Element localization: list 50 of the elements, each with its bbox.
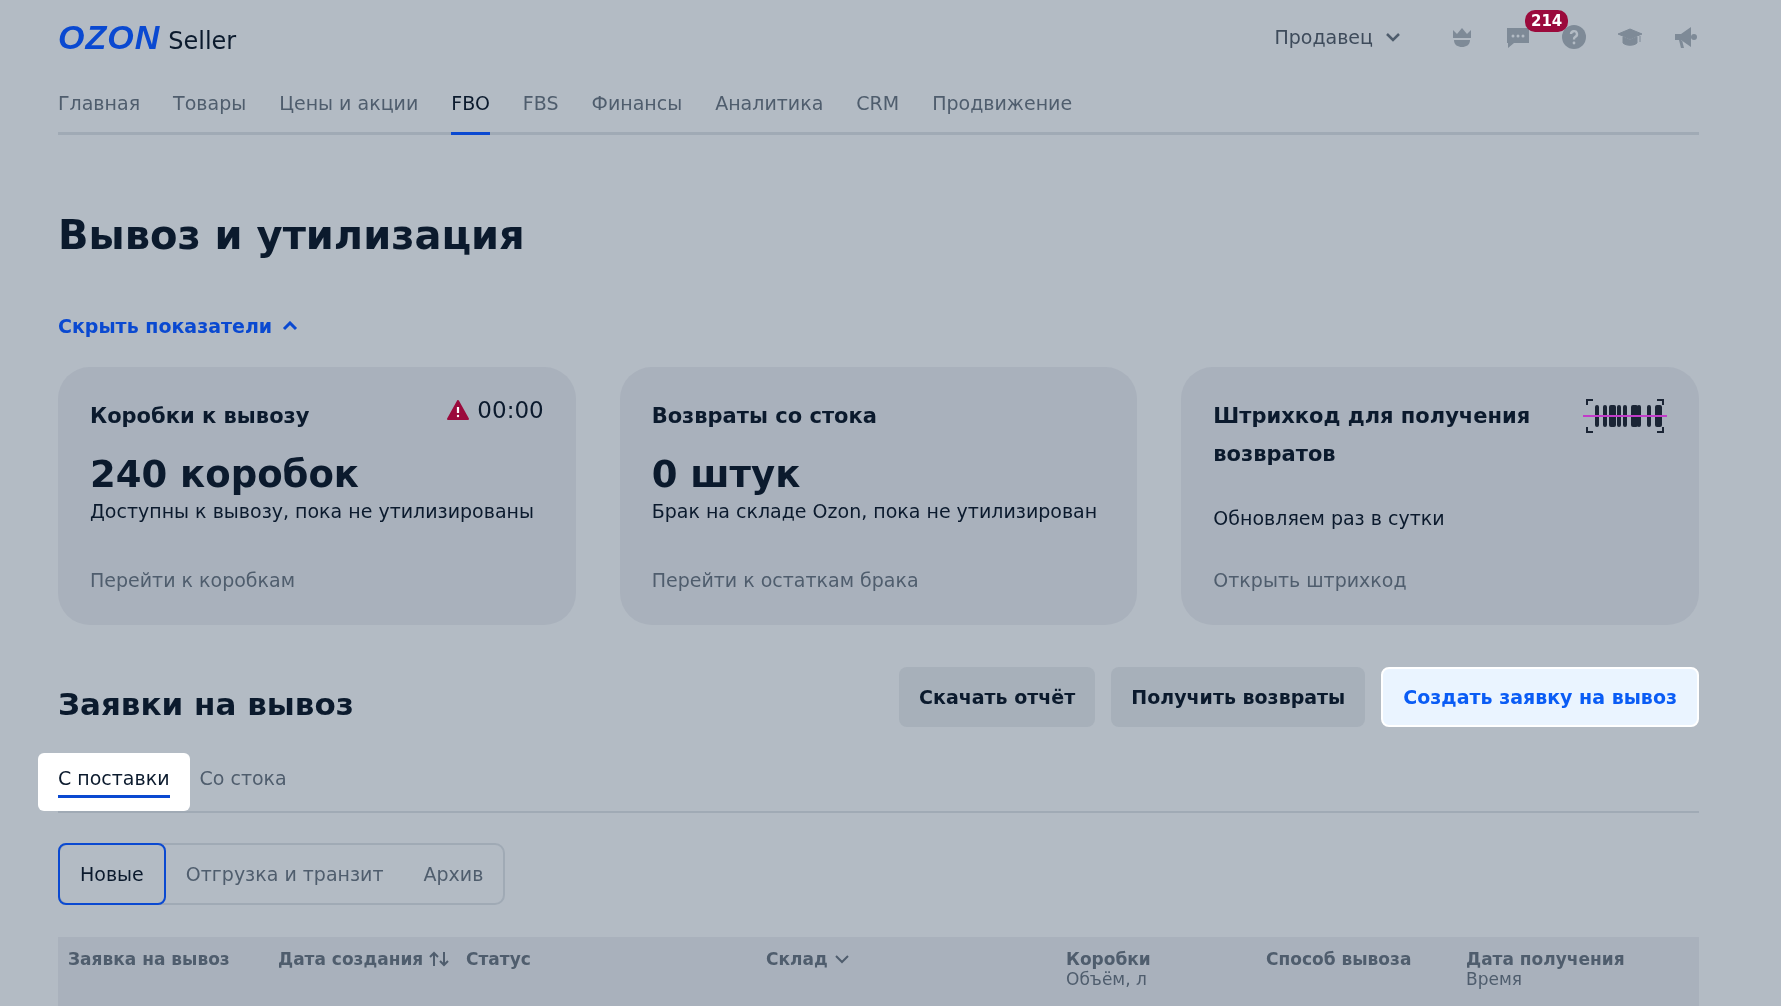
action-button[interactable]: Создать заявку на вывоз — [1381, 667, 1699, 727]
card-link[interactable]: Перейти к остаткам брака — [651, 569, 919, 591]
column-header[interactable]: Дата создания — [278, 949, 424, 969]
chevron-down-icon[interactable] — [833, 954, 850, 964]
warning-icon — [447, 400, 470, 420]
nav-tab[interactable]: Аналитика — [715, 74, 824, 135]
nav-tab[interactable]: Финансы — [591, 74, 683, 135]
nav-tab[interactable]: CRM — [856, 74, 900, 135]
card-description: Доступны к вывозу, пока не утилизированы — [90, 500, 535, 522]
column-header: Дата получения — [1466, 949, 1625, 969]
nav-tab[interactable]: FBO — [451, 74, 490, 135]
sort-icon[interactable] — [429, 951, 450, 967]
column-header: Заявка на вывоз — [68, 949, 230, 969]
tab[interactable]: С поставки — [38, 753, 190, 811]
card-link[interactable]: Перейти к коробкам — [90, 569, 295, 591]
column-header: Способ вывоза — [1266, 949, 1412, 969]
logo-suffix: Seller — [168, 26, 237, 55]
action-button[interactable]: Получить возвраты — [1111, 667, 1366, 727]
card-title: Коробки к вывозу — [90, 403, 310, 430]
chevron-up-icon — [282, 321, 299, 331]
column-subheader: Время — [1466, 969, 1523, 989]
metric-value: 0 штук — [651, 453, 802, 496]
metric-value: 240 коробок — [90, 453, 360, 496]
column-header[interactable]: Склад — [766, 949, 828, 969]
nav-tab[interactable]: Главная — [58, 74, 141, 135]
card-description: Обновляем раз в сутки — [1213, 507, 1446, 529]
column-header: Статус — [466, 949, 531, 969]
help-icon[interactable] — [1561, 24, 1587, 50]
column-header: Коробки — [1066, 949, 1151, 969]
account-dropdown[interactable]: Продавец — [1268, 25, 1407, 49]
nav-tab[interactable]: Цены и акции — [279, 74, 419, 135]
nav-tab[interactable]: Продвижение — [932, 74, 1073, 135]
nav-tab[interactable]: FBS — [522, 74, 559, 135]
nav-tab[interactable]: Товары — [173, 74, 247, 135]
card-link[interactable]: Открыть штрихкод — [1213, 569, 1407, 591]
toggle-metrics-link[interactable]: Скрыть показатели — [58, 315, 299, 337]
card-description: Брак на складе Ozon, пока не утилизирован — [651, 500, 1099, 522]
chevron-down-icon — [1385, 32, 1401, 42]
timer-text: 00:00 — [477, 397, 544, 423]
section-title: Заявки на вывоз — [58, 686, 354, 722]
notification-badge: 214 — [1525, 10, 1569, 32]
barcode-icon — [1583, 397, 1667, 435]
card-title: Возвраты со стока — [651, 403, 877, 430]
megaphone-icon[interactable] — [1673, 24, 1699, 50]
filter-segment[interactable]: Новые — [58, 843, 166, 905]
card-title: Штрихкод для получения возвратов — [1213, 403, 1532, 468]
tab[interactable]: Со стока — [189, 753, 297, 811]
action-button[interactable]: Скачать отчёт — [899, 667, 1096, 727]
column-subheader: Объём, л — [1066, 969, 1148, 989]
logo[interactable]: OZON — [58, 17, 161, 57]
